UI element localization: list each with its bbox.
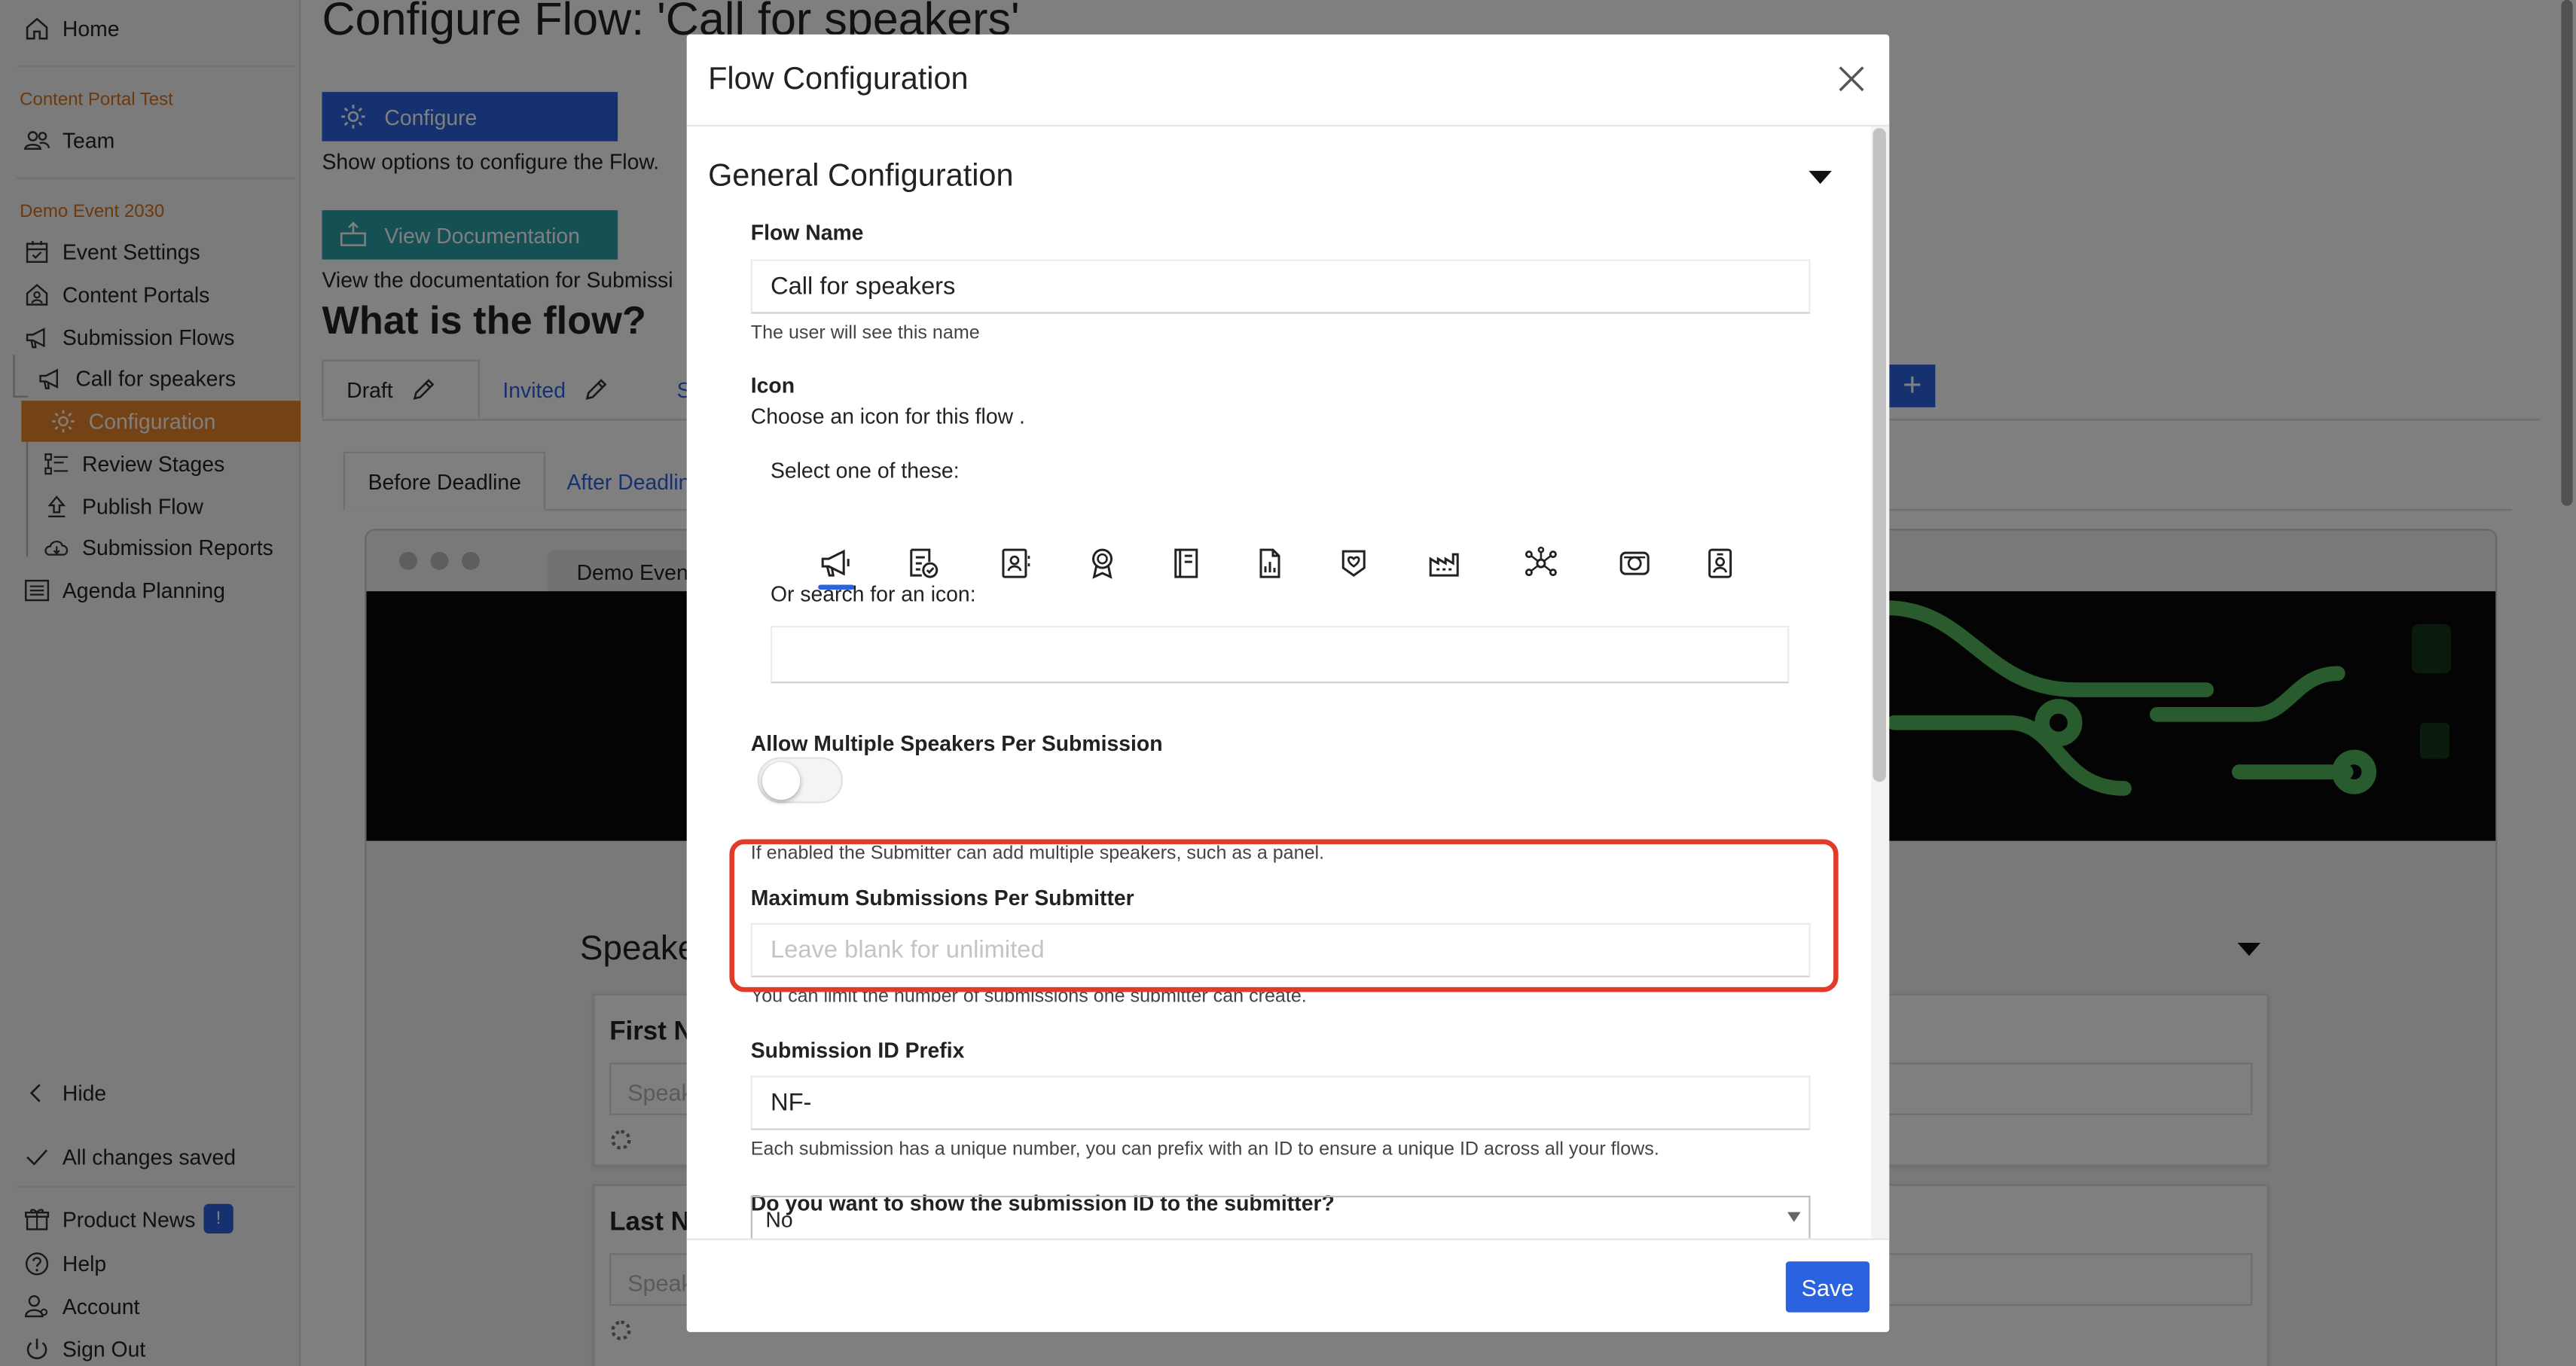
modal-title: Flow Configuration — [708, 62, 969, 97]
book-icon[interactable] — [1164, 542, 1207, 585]
save-button[interactable]: Save — [1785, 1261, 1870, 1313]
icon-search-input[interactable] — [770, 626, 1790, 684]
modal-body: General Configuration Flow Name The user… — [687, 126, 1890, 1239]
contact-card-icon[interactable] — [994, 542, 1037, 585]
award-icon[interactable] — [1081, 542, 1124, 585]
select-value: No — [765, 1207, 793, 1232]
flow-name-label: Flow Name — [750, 220, 864, 245]
megaphone-icon[interactable] — [815, 542, 858, 585]
prefix-label: Submission ID Prefix — [750, 1038, 965, 1063]
badge-heart-icon[interactable] — [1332, 542, 1375, 585]
icon-description: Choose an icon for this flow . — [750, 404, 1025, 429]
modal-header: Flow Configuration — [686, 35, 1890, 127]
factory-icon[interactable] — [1423, 542, 1466, 585]
toggle-knob — [762, 762, 801, 800]
close-icon[interactable] — [1836, 64, 1866, 93]
modal-footer: Save — [686, 1238, 1890, 1332]
submission-id-prefix-input[interactable] — [750, 1075, 1811, 1130]
icon-select-label: Select one of these: — [770, 458, 960, 483]
flow-name-help: The user will see this name — [750, 323, 980, 343]
document-check-icon[interactable] — [902, 542, 945, 585]
icon-search-label: Or search for an icon: — [770, 581, 976, 606]
section-collapse-caret-icon[interactable] — [1808, 170, 1832, 184]
show-id-select[interactable]: No — [750, 1195, 1811, 1239]
webcam-icon[interactable] — [1613, 542, 1656, 585]
id-badge-icon[interactable] — [1699, 542, 1741, 585]
highlight-annotation — [729, 839, 1839, 992]
network-icon[interactable] — [1520, 542, 1563, 585]
multi-speakers-label: Allow Multiple Speakers Per Submission — [750, 730, 1163, 756]
app-screen: Home Content Portal Test Team Demo Event… — [0, 0, 2576, 1366]
flow-name-input[interactable] — [750, 259, 1811, 314]
flow-configuration-modal: Flow Configuration General Configuration… — [686, 34, 1890, 1332]
file-chart-icon[interactable] — [1249, 542, 1292, 585]
icon-label: Icon — [750, 373, 795, 398]
prefix-help: Each submission has a unique number, you… — [750, 1139, 1659, 1160]
dropdown-arrow-icon — [1787, 1212, 1801, 1222]
modal-scrollbar-thumb[interactable] — [1872, 128, 1886, 782]
multi-speakers-toggle[interactable] — [757, 757, 843, 803]
section-title: General Configuration — [708, 159, 1014, 194]
